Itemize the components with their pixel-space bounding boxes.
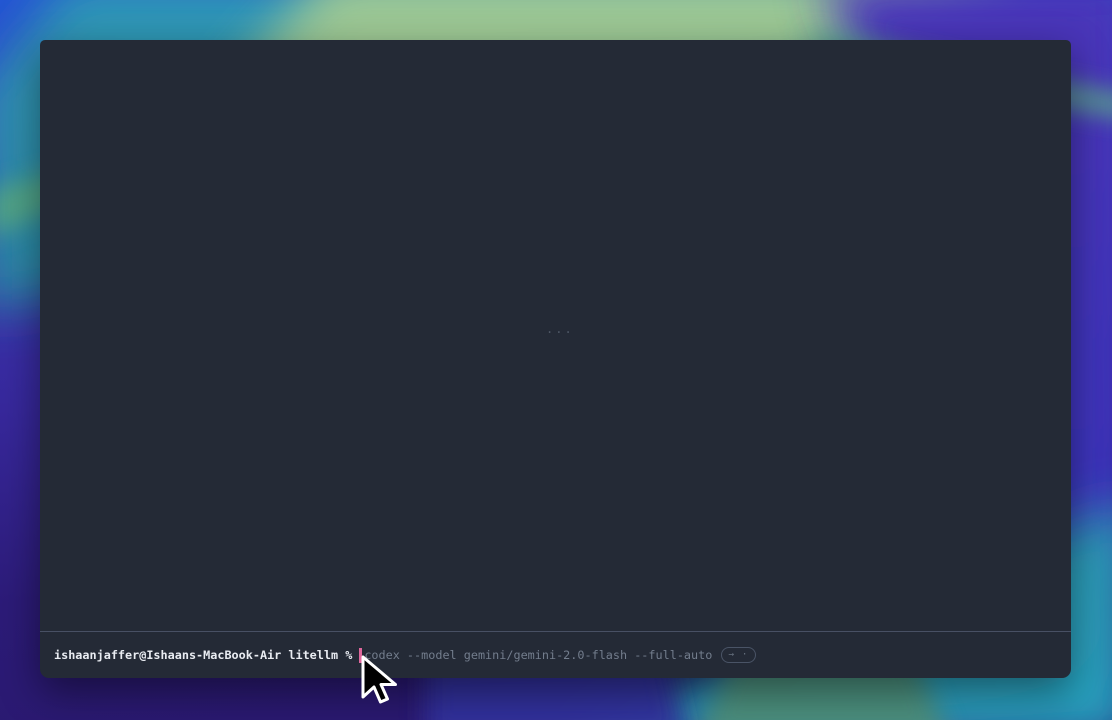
loading-indicator: ...	[546, 322, 574, 336]
autosuggestion-text: codex --model gemini/gemini-2.0-flash --…	[364, 648, 712, 663]
terminal-window[interactable]: ... ishaanjaffer@Ishaans-MacBook-Air lit…	[40, 40, 1071, 678]
desktop: ... ishaanjaffer@Ishaans-MacBook-Air lit…	[0, 0, 1112, 720]
accept-suggestion-hint-pill: → ·	[721, 647, 755, 663]
text-caret	[359, 648, 362, 663]
terminal-prompt-line[interactable]: ishaanjaffer@Ishaans-MacBook-Air litellm…	[40, 631, 1071, 678]
shell-prompt: ishaanjaffer@Ishaans-MacBook-Air litellm…	[54, 648, 352, 663]
terminal-output: ...	[40, 40, 1071, 631]
